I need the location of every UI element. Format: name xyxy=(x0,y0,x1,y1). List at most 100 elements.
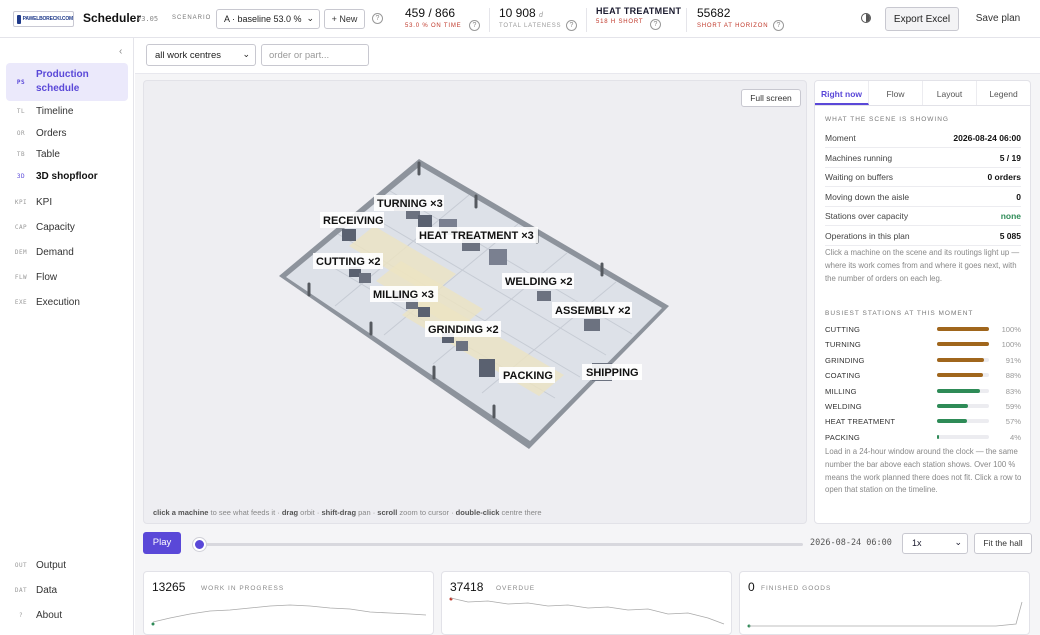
load-bar-fill xyxy=(937,327,989,331)
card-value: 13265 xyxy=(152,580,186,594)
scene-note: Click a machine on the scene and its rou… xyxy=(825,248,1020,283)
nav-abbr: OUT xyxy=(14,562,28,569)
section-heading-busiest: BUSIEST STATIONS AT THIS MOMENT xyxy=(825,310,974,317)
station-label-receiving: RECEIVING xyxy=(323,215,384,227)
station-row-turning[interactable]: TURNING 100% xyxy=(825,338,1021,350)
load-bar-fill xyxy=(937,435,940,439)
info-row-operations: Operations in this plan 5 085 xyxy=(825,227,1021,246)
station-row-coating[interactable]: COATING 88% xyxy=(825,369,1021,381)
station-row-welding[interactable]: WELDING 59% xyxy=(825,400,1021,412)
nav-label: Timeline xyxy=(36,106,74,117)
info-row-machines-running: Machines running 5 / 19 xyxy=(825,149,1021,168)
order-search-input[interactable]: order or part... xyxy=(261,44,369,66)
machine-assembly[interactable] xyxy=(584,319,600,331)
nav-abbr: DAT xyxy=(14,587,28,594)
kpi-heat-sub: 518 H SHORT xyxy=(596,19,644,25)
nav-abbr: DEM xyxy=(14,249,28,256)
sparkline-wip xyxy=(151,604,427,626)
help-icon[interactable]: ? xyxy=(773,20,784,31)
sidebar-item-table[interactable]: TB Table xyxy=(6,149,128,160)
info-row-over-capacity: Stations over capacity none xyxy=(825,207,1021,226)
logo-mark-icon xyxy=(17,14,21,24)
station-label-milling: MILLING ×3 xyxy=(373,289,434,301)
station-row-milling[interactable]: MILLING 83% xyxy=(825,385,1021,397)
nav-abbr: EXE xyxy=(14,299,28,306)
slider-knob[interactable] xyxy=(193,538,206,551)
nav-abbr: ? xyxy=(18,612,24,619)
tab-flow[interactable]: Flow xyxy=(869,81,923,105)
station-row-grinding[interactable]: GRINDING 91% xyxy=(825,354,1021,366)
playback-time: 2026-08-24 06:00 xyxy=(810,538,892,548)
divider xyxy=(586,8,587,32)
card-label: OVERDUE xyxy=(496,585,536,592)
tab-right-now[interactable]: Right now xyxy=(815,81,869,105)
station-label-turning: TURNING ×3 xyxy=(377,198,443,210)
nav-abbr: 3D xyxy=(16,173,26,180)
nav-label: About xyxy=(36,610,63,621)
tab-legend[interactable]: Legend xyxy=(977,81,1030,105)
station-label-packing: PACKING xyxy=(503,370,553,382)
info-panel: Right now Flow Layout Legend WHAT THE SC… xyxy=(814,80,1031,524)
kpi-short-sub: SHORT AT HORIZON xyxy=(697,23,769,29)
sidebar-item-3d-shopfloor[interactable]: 3D 3D shopfloor xyxy=(6,171,128,182)
nav-abbr: PS xyxy=(16,78,26,86)
sidebar-item-capacity[interactable]: CAP Capacity xyxy=(6,222,128,233)
playback-bar: Play 2026-08-24 06:00 1x ⌄ Fit the hall xyxy=(143,530,1033,556)
sidebar-item-about[interactable]: ? About xyxy=(6,610,128,621)
load-bar-fill xyxy=(937,358,985,362)
speed-select[interactable]: 1x ⌄ xyxy=(902,533,968,554)
chevron-down-icon: ⌄ xyxy=(242,49,250,59)
machine-receiving[interactable] xyxy=(342,229,356,241)
kpi-on-time: 459 / 866 53.0 % ON TIME xyxy=(405,6,461,29)
help-icon[interactable]: ? xyxy=(469,20,480,31)
sidebar-item-execution[interactable]: EXE Execution xyxy=(6,297,128,308)
card-label: WORK IN PROGRESS xyxy=(201,585,285,592)
work-centre-select[interactable]: all work centres ⌄ xyxy=(146,44,256,66)
brand-logo[interactable]: PAWELBORECKI.COM xyxy=(13,11,74,27)
main-content: all work centres ⌄ order or part... RECE… xyxy=(135,38,1040,635)
sidebar-item-timeline[interactable]: TL Timeline xyxy=(6,106,128,117)
nav-label: Data xyxy=(36,585,58,596)
nav-label: Output xyxy=(36,560,67,571)
export-excel-button[interactable]: Export Excel xyxy=(885,7,959,31)
time-slider[interactable] xyxy=(193,538,803,551)
new-scenario-button[interactable]: + New xyxy=(324,9,365,29)
help-icon[interactable]: ? xyxy=(372,13,383,24)
shopfloor-canvas[interactable]: RECEIVING TURNING ×3 HEAT TREATMENT ×3 C… xyxy=(144,81,807,524)
full-screen-button[interactable]: Full screen xyxy=(741,89,801,107)
help-icon[interactable]: ? xyxy=(650,19,661,30)
station-row-cutting[interactable]: CUTTING 100% xyxy=(825,323,1021,335)
filter-bar: all work centres ⌄ order or part... xyxy=(135,38,1040,74)
kpi-short: 55682 SHORT AT HORIZON xyxy=(697,6,768,29)
logo-text: PAWELBORECKI.COM xyxy=(22,16,74,22)
sidebar-item-output[interactable]: OUT Output xyxy=(6,560,128,571)
shopfloor-3d-scene[interactable]: RECEIVING TURNING ×3 HEAT TREATMENT ×3 C… xyxy=(143,80,807,524)
kpi-heat-treatment: HEAT TREATMENT 518 H SHORT xyxy=(596,6,681,25)
machine-welding[interactable] xyxy=(537,291,551,301)
app-version: v3.05 xyxy=(137,15,159,23)
app-name: Scheduler xyxy=(83,11,142,25)
save-plan-button[interactable]: Save plan xyxy=(967,7,1029,31)
theme-toggle-icon[interactable] xyxy=(861,13,871,23)
chevron-down-icon: ⌄ xyxy=(306,13,314,23)
sidebar-item-flow[interactable]: FLW Flow xyxy=(6,272,128,283)
sidebar-item-data[interactable]: DAT Data xyxy=(6,585,128,596)
panel-tabs: Right now Flow Layout Legend xyxy=(815,81,1030,106)
play-button[interactable]: Play xyxy=(143,532,181,554)
station-row-heat-treatment[interactable]: HEAT TREATMENT 57% xyxy=(825,415,1021,427)
tab-layout[interactable]: Layout xyxy=(923,81,977,105)
kpi-lateness-sub: TOTAL LATENESS xyxy=(499,23,562,29)
station-row-packing[interactable]: PACKING 4% xyxy=(825,431,1021,443)
help-icon[interactable]: ? xyxy=(566,20,577,31)
kpi-on-time-sub: 53.0 % ON TIME xyxy=(405,23,462,29)
load-bar-fill xyxy=(937,389,981,393)
sidebar-item-demand[interactable]: DEM Demand xyxy=(6,247,128,258)
machine-packing[interactable] xyxy=(479,359,495,377)
fit-hall-button[interactable]: Fit the hall xyxy=(974,533,1032,554)
sidebar-item-production-schedule[interactable]: PS Production schedule xyxy=(6,63,128,101)
scenario-select[interactable]: A · baseline 53.0 % ⌄ xyxy=(216,9,320,29)
sidebar-item-kpi[interactable]: KPI KPI xyxy=(6,197,128,208)
sidebar-item-orders[interactable]: OR Orders xyxy=(6,128,128,139)
collapse-sidebar-icon[interactable]: ‹ xyxy=(119,46,122,57)
nav-label: Capacity xyxy=(36,222,75,233)
